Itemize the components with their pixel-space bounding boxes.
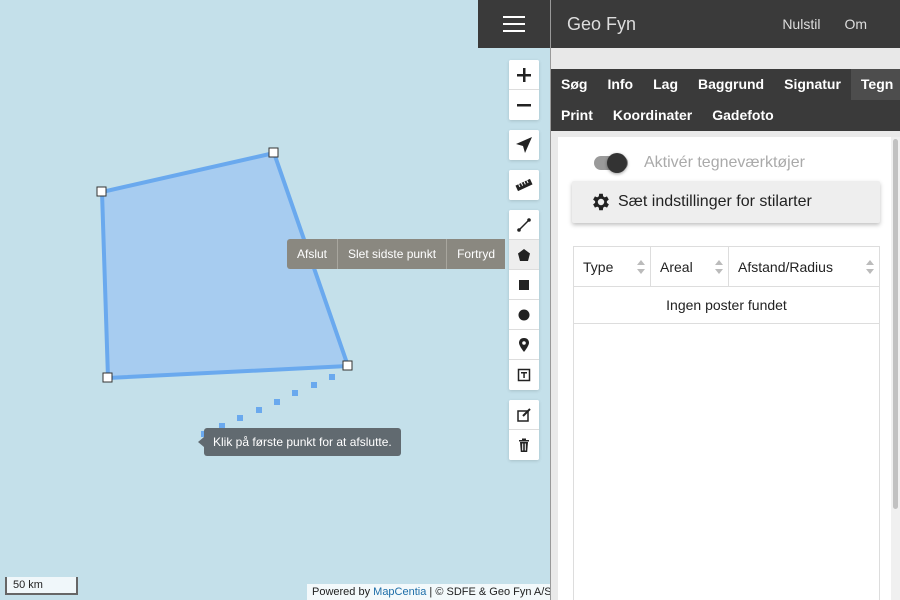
tab-signatur[interactable]: Signatur [774, 69, 851, 100]
map-pin-icon [519, 337, 529, 352]
attribution-prefix: Powered by [312, 586, 371, 598]
style-settings-label: Sæt indstillinger for stilarter [618, 193, 812, 210]
zoom-in-button[interactable] [509, 60, 539, 90]
tab-info[interactable]: Info [597, 69, 643, 100]
circle-icon [518, 309, 530, 320]
locate-control [509, 130, 539, 160]
undo-button[interactable]: Fortryd [447, 239, 505, 269]
table-header: Type Areal Afstand/Radius [574, 247, 879, 287]
column-type[interactable]: Type [574, 247, 651, 286]
zoom-out-button[interactable] [509, 90, 539, 120]
mapcentia-link[interactable]: MapCentia [373, 586, 426, 598]
draw-actions: Afslut Slet sidste punkt Fortryd [287, 239, 506, 269]
draw-tools-toggle-row: Aktivér tegneværktøjer [594, 153, 805, 173]
pentagon-icon [518, 248, 530, 261]
trash-icon [519, 438, 529, 452]
draw-text-button[interactable] [509, 360, 539, 390]
side-panel: Geo Fyn Nulstil Om Søg Info Lag Baggrund Sig… [550, 0, 900, 600]
draw-tools-toggle[interactable] [594, 153, 628, 173]
tab-tegn[interactable]: Tegn [850, 69, 900, 100]
about-link[interactable]: Om [844, 16, 867, 32]
edit-icon [517, 407, 531, 422]
measure-button[interactable] [509, 170, 539, 200]
text-marker-icon [517, 368, 531, 382]
measure-control [509, 170, 539, 200]
tab-row: Print Koordinater Gadefoto [551, 100, 890, 131]
finish-button[interactable]: Afslut [287, 239, 339, 269]
app-header: Geo Fyn Nulstil Om [551, 0, 900, 48]
minus-icon [517, 104, 531, 107]
empty-message: Ingen poster fundet [574, 287, 879, 324]
ruler-icon [515, 178, 533, 192]
tab-print[interactable]: Print [551, 100, 603, 131]
tab-row: Søg Info Lag Baggrund Signatur Tegn [551, 69, 900, 100]
draw-tooltip: Klik på første punkt for at afslutte. [198, 428, 401, 456]
square-icon [519, 279, 529, 290]
vertex-handle[interactable] [96, 186, 107, 197]
attribution: Powered by MapCentia | © SDFE & Geo Fyn … [307, 584, 550, 600]
panel-scrollbar[interactable] [891, 137, 900, 600]
vertex-handle[interactable] [342, 360, 353, 371]
app-title: Geo Fyn [567, 13, 637, 34]
delete-last-point-button[interactable]: Slet sidste punkt [338, 239, 448, 269]
hamburger-icon [503, 16, 525, 32]
column-distance[interactable]: Afstand/Radius [729, 247, 879, 286]
draw-rectangle-button[interactable] [509, 270, 539, 300]
draw-circle-button[interactable] [509, 300, 539, 330]
column-area-label: Areal [660, 258, 693, 275]
gear-icon [593, 193, 609, 211]
sort-icon [715, 260, 723, 274]
column-type-label: Type [583, 258, 614, 275]
header-spacer [551, 48, 900, 69]
column-area[interactable]: Areal [651, 247, 729, 286]
draw-panel: Aktivér tegneværktøjer Sæt indstillinger… [558, 137, 892, 600]
style-settings-button[interactable]: Sæt indstillinger for stilarter [572, 181, 880, 223]
tab-lag[interactable]: Lag [643, 69, 688, 100]
delete-layers-button[interactable] [509, 430, 539, 460]
tab-baggrund[interactable]: Baggrund [688, 69, 774, 100]
tab-bar: Søg Info Lag Baggrund Signatur Tegn Print Koor… [551, 69, 900, 131]
plus-icon [517, 67, 531, 82]
draw-marker-button[interactable] [509, 330, 539, 360]
tab-søg[interactable]: Søg [551, 69, 597, 100]
polyline-icon [517, 217, 531, 232]
tab-gadefoto[interactable]: Gadefoto [702, 100, 783, 131]
vertex-handle[interactable] [268, 147, 279, 158]
menu-button[interactable] [478, 0, 550, 48]
column-distance-label: Afstand/Radius [738, 258, 833, 275]
drawings-table: Type Areal Afstand/Radius Ingen poster f… [573, 246, 880, 600]
zoom-controls [509, 60, 539, 120]
tab-koordinater[interactable]: Koordinater [603, 100, 702, 131]
map-view[interactable]: Afslut Slet sidste punkt Fortryd Klik på… [0, 0, 550, 600]
reset-link[interactable]: Nulstil [782, 16, 820, 32]
sort-icon [866, 260, 874, 274]
sort-icon [637, 260, 645, 274]
edit-layers-button[interactable] [509, 400, 539, 430]
draw-line-button[interactable] [509, 210, 539, 240]
vertex-handle[interactable] [102, 372, 113, 383]
toggle-label: Aktivér tegneværktøjer [644, 154, 805, 171]
drawing-layer[interactable] [0, 0, 550, 600]
draw-toolbar [509, 210, 539, 390]
scale-bar: 50 km [5, 577, 78, 595]
edit-toolbar [509, 400, 539, 460]
draw-polygon-button[interactable] [509, 240, 539, 270]
locate-button[interactable] [509, 130, 539, 160]
attribution-suffix: | © SDFE & Geo Fyn A/S [429, 586, 550, 598]
navigation-arrow-icon [516, 137, 532, 153]
